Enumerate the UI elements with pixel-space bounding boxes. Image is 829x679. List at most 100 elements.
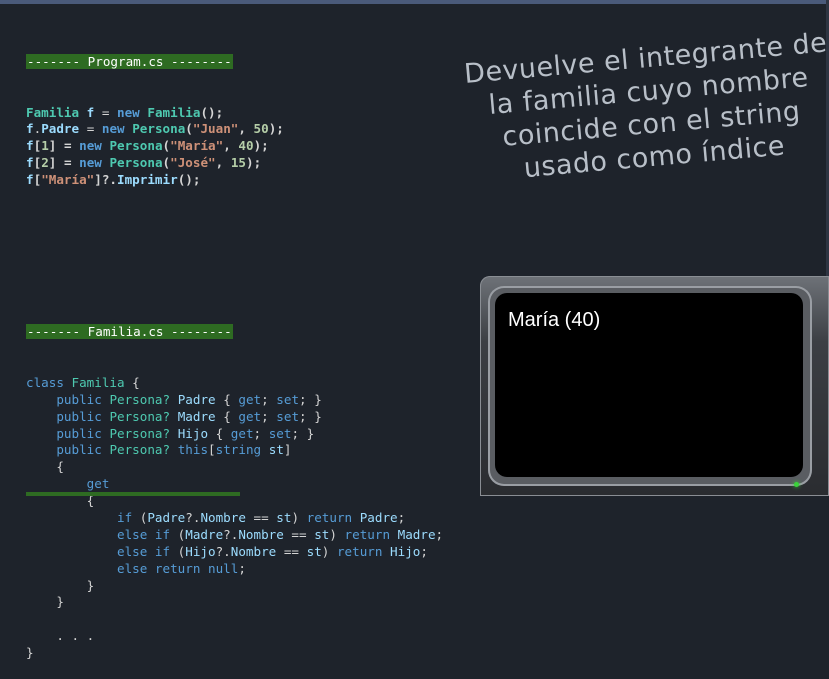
code-token: "José" xyxy=(170,155,216,171)
slide-top-border xyxy=(0,0,829,4)
code-token: else if xyxy=(117,526,171,542)
code-token: } xyxy=(26,645,34,661)
code-token: Persona? xyxy=(109,408,171,424)
code-line: else return null; xyxy=(26,561,443,578)
code-token: new xyxy=(79,138,102,154)
code-token: st xyxy=(268,442,284,458)
code-token: { xyxy=(215,391,239,407)
code-token: return xyxy=(336,543,383,559)
code-line: f.Padre = new Persona("Juan", 50); xyxy=(26,121,443,138)
code-token: ; xyxy=(435,526,444,542)
code-token: Nombre xyxy=(200,510,246,526)
code-token: ; xyxy=(261,391,277,407)
code-token: ?. xyxy=(215,543,231,559)
monitor-bezel: María (40) xyxy=(488,286,812,486)
code-token: st xyxy=(306,543,322,559)
code-token: Nombre xyxy=(238,526,284,542)
code-token: Hijo xyxy=(185,543,216,559)
code-token: ) xyxy=(321,543,337,559)
code-token: 40 xyxy=(238,138,254,154)
code-token: = xyxy=(79,121,102,137)
code-token: "María" xyxy=(41,172,95,188)
code-token: ; } xyxy=(299,391,322,407)
console-output: María (40) xyxy=(508,309,601,331)
code-token: ( xyxy=(185,121,193,137)
code-token: return xyxy=(306,510,353,526)
code-token: == xyxy=(276,543,307,559)
code-token: get xyxy=(86,476,110,492)
code-line: if (Padre?.Nombre == st) return Padre; xyxy=(26,510,443,527)
code-token: Persona? xyxy=(109,425,171,441)
code-token: f xyxy=(26,155,34,171)
description-text: Devuelve el integrante de la familia cuy… xyxy=(462,27,829,185)
code-token: { xyxy=(208,425,231,441)
code-token: ( xyxy=(162,155,171,171)
code-listing: ------- Program.cs -------- Familia f = … xyxy=(26,20,443,679)
code-token: get xyxy=(238,408,262,424)
code-token: 2 xyxy=(41,155,49,171)
code-line: public Persona? Madre { get; set; } xyxy=(26,409,443,426)
code-token: public xyxy=(56,425,102,441)
code-token: Padre xyxy=(41,121,80,137)
code-token: , xyxy=(238,121,254,137)
code-token: Madre xyxy=(185,526,224,542)
code-token: ; xyxy=(253,425,269,441)
code-token: ]?. xyxy=(94,172,118,188)
code-token: ; xyxy=(420,543,428,559)
code-line: } xyxy=(26,645,443,662)
code-token: else return xyxy=(117,560,201,576)
code-line: else if (Hijo?.Nombre == st) return Hijo… xyxy=(26,544,443,561)
code-token: 1 xyxy=(41,138,49,154)
code-token: ); xyxy=(245,155,262,171)
code-line: else if (Madre?.Nombre == st) return Mad… xyxy=(26,527,443,544)
code-token: null xyxy=(208,560,239,576)
code-token: else if xyxy=(117,543,171,559)
code-token: public xyxy=(56,408,102,424)
code-token: ( xyxy=(170,526,186,542)
code-token: ] = xyxy=(48,155,80,171)
code-token: new xyxy=(79,155,102,171)
code-token: ; xyxy=(397,510,406,526)
code-token: . . . xyxy=(26,628,95,644)
code-token: Persona xyxy=(132,121,186,137)
familia-file-header: ------- Familia.cs -------- xyxy=(26,324,233,340)
code-token: { xyxy=(26,459,64,475)
code-token: ); xyxy=(253,138,269,154)
code-token: this xyxy=(177,442,209,458)
code-token: Familia xyxy=(71,374,125,390)
code-token: set xyxy=(268,425,292,441)
code-token: set xyxy=(276,391,300,407)
code-token: public xyxy=(56,391,102,407)
code-line: get xyxy=(26,476,443,493)
code-token: class xyxy=(26,374,64,390)
code-token: Madre xyxy=(397,526,436,542)
code-token: (); xyxy=(200,104,224,120)
code-token: ) xyxy=(329,526,345,542)
code-token: return xyxy=(344,526,391,542)
code-token: get xyxy=(230,425,254,441)
code-token: Persona? xyxy=(109,442,171,458)
code-line: f[2] = new Persona("José", 15); xyxy=(26,155,443,172)
code-token: get xyxy=(238,391,262,407)
code-token: f xyxy=(26,172,34,188)
code-token: , xyxy=(223,138,239,154)
code-token: if xyxy=(117,510,133,526)
code-token: f xyxy=(26,121,34,137)
code-token: 50 xyxy=(253,121,269,137)
code-token: public xyxy=(56,442,102,458)
code-line: f["María"]?.Imprimir(); xyxy=(26,172,443,189)
code-token: Madre xyxy=(177,408,216,424)
